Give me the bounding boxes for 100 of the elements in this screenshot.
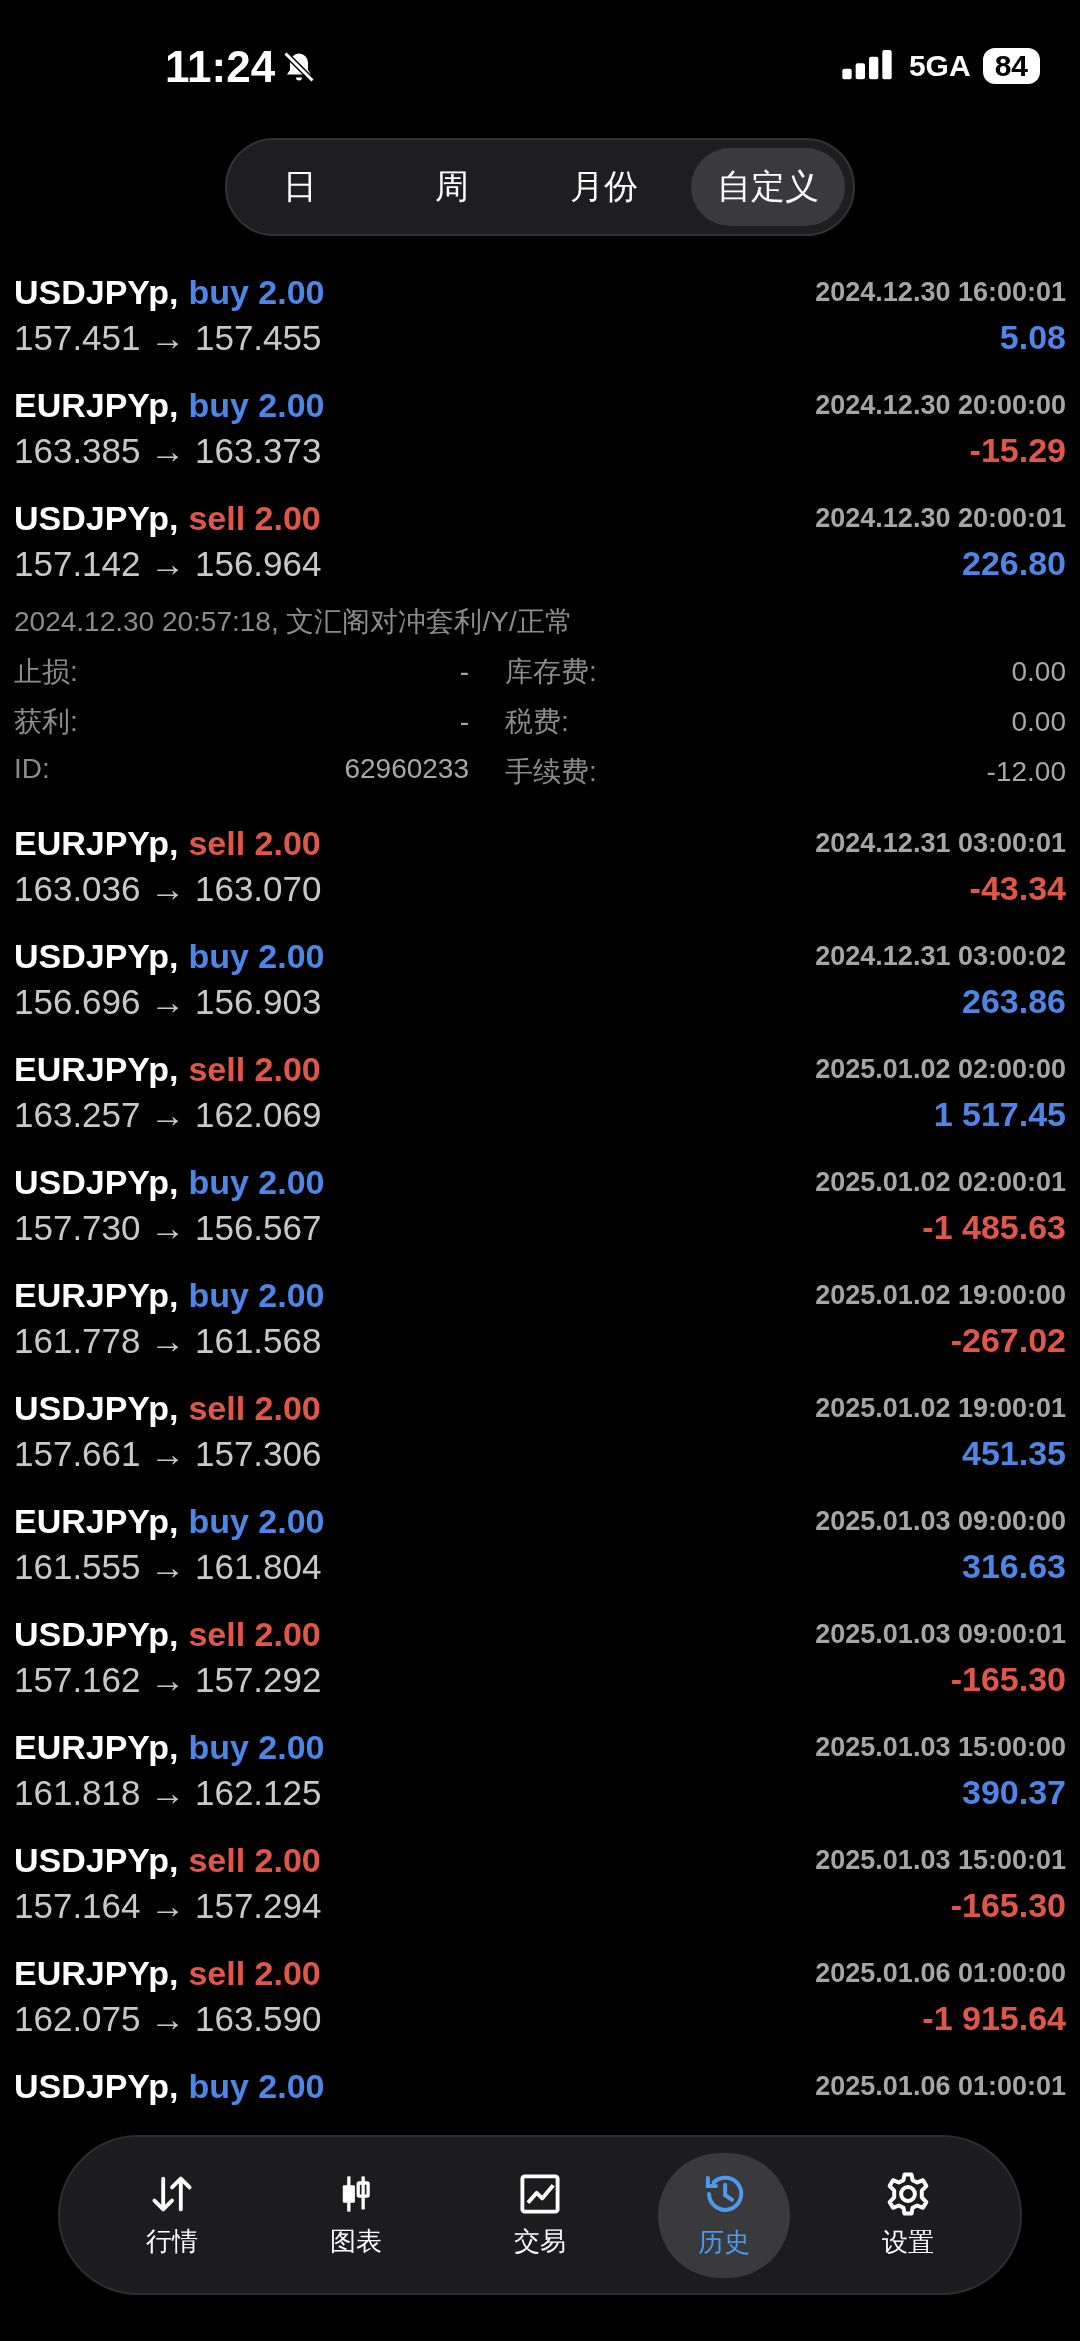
profit: -1 485.63	[922, 1208, 1066, 1247]
symbol: USDJPYp,	[14, 272, 179, 312]
profit: 390.37	[962, 1773, 1066, 1812]
order-type: sell 2.00	[188, 1049, 321, 1089]
period-tab[interactable]: 周	[387, 148, 517, 226]
period-tab[interactable]: 自定义	[691, 148, 845, 226]
settings-icon	[885, 2170, 931, 2217]
price-range: 157.162 → 157.292	[14, 1660, 322, 1700]
order-type: buy 2.00	[188, 1727, 325, 1767]
trade-time: 2025.01.02 02:00:00	[815, 1053, 1066, 1085]
field-label: 手续费:	[505, 755, 597, 789]
trade-time: 2025.01.02 19:00:00	[815, 1279, 1066, 1311]
price-range: 157.164 → 157.294	[14, 1886, 322, 1926]
profit: 5.08	[999, 318, 1066, 357]
order-type: sell 2.00	[188, 1953, 321, 1993]
battery-level: 84	[982, 48, 1040, 84]
profit: -267.02	[950, 1321, 1066, 1360]
profit: 226.80	[962, 544, 1066, 583]
profit: -165.30	[950, 1660, 1066, 1699]
nav-tab[interactable]: 交易	[474, 2153, 606, 2277]
nav-tab[interactable]: 图表	[290, 2153, 422, 2277]
trade-time: 2025.01.02 19:00:01	[815, 1392, 1066, 1424]
order-type: sell 2.00	[188, 1840, 321, 1880]
trade-time: 2025.01.03 15:00:00	[815, 1731, 1066, 1763]
price-range: 157.730 → 156.567	[14, 1208, 322, 1248]
order-type: buy 2.00	[188, 385, 325, 425]
profit: 1 517.45	[933, 1095, 1066, 1134]
price-range: 163.257 → 162.069	[14, 1095, 322, 1135]
field-value: -	[459, 706, 469, 738]
order-type: buy 2.00	[188, 1501, 325, 1541]
field-label: 库存费:	[505, 655, 597, 689]
price-range: 161.778 → 161.568	[14, 1321, 322, 1361]
trade-time: 2025.01.02 02:00:01	[815, 1166, 1066, 1198]
price-range: 161.818 → 162.125	[14, 1773, 322, 1813]
trade-time: 2025.01.03 09:00:01	[815, 1618, 1066, 1650]
nav-tab[interactable]: 设置	[842, 2152, 974, 2278]
field-label: 税费:	[505, 705, 569, 739]
profit: -15.29	[969, 431, 1066, 470]
field-value: 62960233	[344, 753, 469, 785]
trade-time: 2025.01.03 09:00:00	[815, 1505, 1066, 1537]
price-range: 163.385 → 163.373	[14, 431, 322, 471]
field-value: 0.00	[1011, 656, 1066, 688]
nav-tab[interactable]: 行情	[106, 2153, 238, 2277]
period-tab[interactable]: 月份	[539, 148, 669, 226]
symbol: USDJPYp,	[14, 1388, 179, 1428]
profit: 316.63	[962, 1547, 1066, 1586]
price-range: 157.142 → 156.964	[14, 544, 322, 584]
symbol: USDJPYp,	[14, 1840, 179, 1880]
profit: 451.35	[962, 1434, 1066, 1473]
period-tab[interactable]: 日	[235, 148, 365, 226]
symbol: USDJPYp,	[14, 2066, 179, 2106]
field-value: -	[459, 656, 469, 688]
order-type: buy 2.00	[188, 1275, 325, 1315]
trade-time: 2024.12.30 16:00:01	[815, 276, 1066, 308]
price-range: 156.696 → 156.903	[14, 982, 322, 1022]
order-type: buy 2.00	[188, 936, 325, 976]
price-range: 157.451 → 157.455	[14, 318, 322, 358]
trade-time: 2025.01.03 15:00:01	[815, 1844, 1066, 1876]
symbol: EURJPYp,	[14, 385, 179, 425]
field-value: 0.00	[1011, 706, 1066, 738]
trade-time: 2024.12.30 20:00:01	[815, 502, 1066, 534]
field-label: 获利:	[14, 705, 78, 739]
symbol: EURJPYp,	[14, 823, 179, 863]
symbol: USDJPYp,	[14, 936, 179, 976]
price-range: 157.661 → 157.306	[14, 1434, 322, 1474]
trade-time: 2024.12.31 03:00:01	[815, 827, 1066, 859]
order-type: buy 2.00	[188, 2066, 325, 2106]
field-label: ID:	[14, 753, 50, 785]
network-type: 5GA	[908, 49, 971, 83]
order-type: sell 2.00	[188, 823, 321, 863]
order-type: sell 2.00	[188, 498, 321, 538]
profit: -165.30	[950, 1886, 1066, 1925]
field-value: -12.00	[986, 756, 1066, 788]
trade-time: 2025.01.06 01:00:00	[815, 1957, 1066, 1989]
profit: 263.86	[962, 982, 1066, 1021]
price-range: 163.036 → 163.070	[14, 869, 322, 909]
field-label: 止损:	[14, 655, 78, 689]
price-range: 162.075 → 163.590	[14, 1999, 322, 2039]
profit: -43.34	[969, 869, 1066, 908]
profit: -1 915.64	[922, 1999, 1066, 2038]
deal-comment: 2024.12.30 20:57:18, 文汇阁对冲套利/Y/正常	[14, 605, 574, 639]
symbol: EURJPYp,	[14, 1049, 179, 1089]
nav-tab[interactable]: 历史	[658, 2152, 790, 2278]
order-type: buy 2.00	[188, 1162, 325, 1202]
trade-time: 2024.12.30 20:00:00	[815, 389, 1066, 421]
trade-time: 2025.01.06 01:00:01	[815, 2070, 1066, 2102]
line-chart-icon	[518, 2171, 562, 2216]
symbol: USDJPYp,	[14, 1162, 179, 1202]
trade-time: 2024.12.31 03:00:02	[815, 940, 1066, 972]
order-type: sell 2.00	[188, 1388, 321, 1428]
symbol: USDJPYp,	[14, 498, 179, 538]
symbol: EURJPYp,	[14, 1727, 179, 1767]
symbol: USDJPYp,	[14, 1614, 179, 1654]
order-type: buy 2.00	[188, 272, 325, 312]
price-range: 161.555 → 161.804	[14, 1547, 322, 1587]
status-time: 11:24	[165, 42, 276, 92]
order-type: sell 2.00	[188, 1614, 321, 1654]
symbol: EURJPYp,	[14, 1275, 179, 1315]
symbol: EURJPYp,	[14, 1953, 179, 1993]
symbol: EURJPYp,	[14, 1501, 179, 1541]
